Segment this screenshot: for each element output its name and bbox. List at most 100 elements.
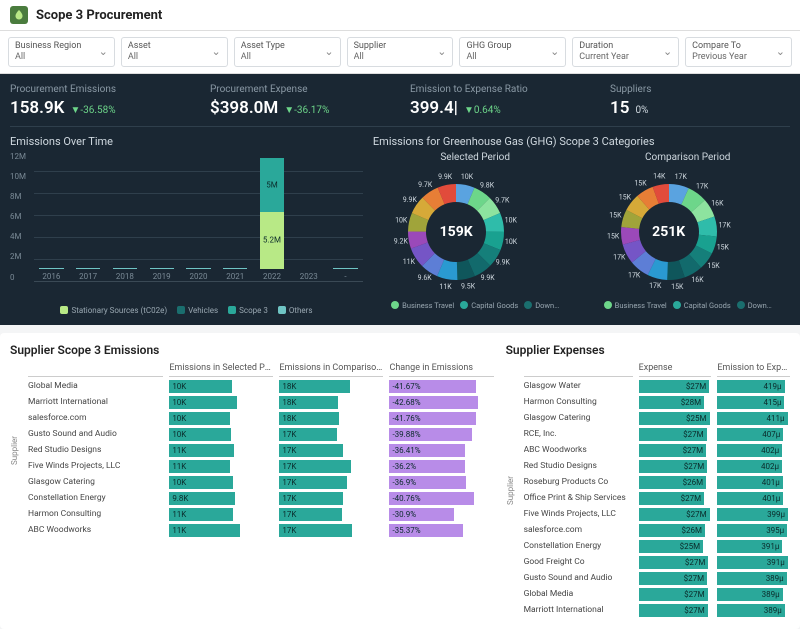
bar-cell[interactable]: 407µ xyxy=(717,428,783,441)
filter-ghg-group[interactable]: GHG Group All ⌄ xyxy=(459,37,566,67)
bar-cell[interactable]: 11K xyxy=(169,524,239,537)
column-header[interactable]: Emissions in Comparison P… xyxy=(279,363,383,377)
filter-supplier[interactable]: Supplier All ⌄ xyxy=(347,37,454,67)
filter-asset-type[interactable]: Asset Type All ⌄ xyxy=(234,37,341,67)
bar-cell[interactable]: $28M xyxy=(639,396,705,409)
legend-item[interactable]: Capital Goods xyxy=(460,301,518,310)
bar-cell[interactable]: 9.8K xyxy=(169,492,235,505)
bar-cell[interactable]: 17K xyxy=(279,444,342,457)
bar-cell[interactable]: -41.76% xyxy=(389,412,476,425)
bar-cell[interactable]: $27M xyxy=(639,444,706,457)
bar-cell[interactable]: -41.67% xyxy=(389,380,476,393)
bar-cell[interactable]: 17K xyxy=(279,460,351,473)
bar-cell[interactable]: $27M xyxy=(639,460,708,473)
bar-cell[interactable]: -40.76% xyxy=(389,492,474,505)
supplier-name: Marriott International xyxy=(28,395,163,410)
bar-cell[interactable]: 389µ xyxy=(717,572,786,585)
bar-cell[interactable]: $25M xyxy=(639,412,710,425)
legend-item[interactable]: Capital Goods xyxy=(673,301,731,310)
filter-business-region[interactable]: Business Region All ⌄ xyxy=(8,37,115,67)
bar-cell[interactable]: 415µ xyxy=(717,396,784,409)
bar-cell[interactable]: -36.2% xyxy=(389,460,464,473)
kpi-value: 399.4| xyxy=(410,98,458,118)
bar-cell[interactable]: $27M xyxy=(639,508,710,521)
bar-segment[interactable] xyxy=(186,268,210,269)
page-header: Scope 3 Procurement xyxy=(0,0,800,31)
bar-cell[interactable]: 11K xyxy=(169,460,230,473)
bar-cell[interactable]: 401µ xyxy=(717,492,783,505)
supplier-name: Glasgow Catering xyxy=(524,411,633,426)
bar-cell[interactable]: 389µ xyxy=(717,588,782,601)
column-header[interactable]: Expense xyxy=(639,363,712,377)
bar-cell[interactable]: $26M xyxy=(639,476,707,489)
bar-cell[interactable]: 402µ xyxy=(717,460,782,473)
column-header[interactable]: Change in Emissions xyxy=(389,363,493,377)
column-header[interactable]: Emissions in Selected Perio… xyxy=(169,363,273,377)
bar-cell[interactable]: -39.88% xyxy=(389,428,472,441)
bar-cell[interactable]: -35.37% xyxy=(389,524,463,537)
bar-cell[interactable]: 18K xyxy=(279,380,349,393)
bar-cell[interactable]: 395µ xyxy=(717,524,787,537)
filter-label: Asset xyxy=(128,41,151,52)
bar-cell[interactable]: 11K xyxy=(169,508,233,521)
bar-cell[interactable]: 411µ xyxy=(717,412,787,425)
bar-segment[interactable] xyxy=(113,268,137,269)
bar-cell[interactable]: 10K xyxy=(169,428,231,441)
bar-cell[interactable]: 419µ xyxy=(717,380,784,393)
slice-label: 9.9K xyxy=(403,196,418,204)
legend-item[interactable]: Business Travel xyxy=(391,301,454,310)
legend-item[interactable]: Business Travel xyxy=(604,301,667,310)
bar-cell[interactable]: $27M xyxy=(639,428,707,441)
bar-cell[interactable]: $26M xyxy=(639,524,705,537)
bar-cell[interactable]: 17K xyxy=(279,492,343,505)
chevron-down-icon: ⌄ xyxy=(663,45,672,58)
legend-item[interactable]: Down… xyxy=(524,301,559,310)
bar-cell[interactable]: -30.9% xyxy=(389,508,453,521)
legend-item[interactable]: Scope 3 xyxy=(228,306,268,315)
donut-selected[interactable]: 10K9.8K9.7K10K10K9.9K9.9K9.5K11K9.6K11K9… xyxy=(391,167,521,297)
bar-cell[interactable]: $27M xyxy=(639,380,710,393)
filter-duration[interactable]: Duration Current Year ⌄ xyxy=(572,37,679,67)
kpi-value: 15 xyxy=(610,98,629,118)
bar-cell[interactable]: -36.41% xyxy=(389,444,465,457)
bar-cell[interactable]: 17K xyxy=(279,476,347,489)
filter-compare-to[interactable]: Compare To Previous Year ⌄ xyxy=(685,37,792,67)
bar-cell[interactable]: 17K xyxy=(279,524,352,537)
bar-cell[interactable]: 391µ xyxy=(717,540,782,553)
bar-segment[interactable]: 5M xyxy=(260,158,284,212)
bar-segment[interactable] xyxy=(76,268,100,269)
bar-segment[interactable] xyxy=(39,268,63,269)
bar-cell[interactable]: 10K xyxy=(169,396,237,409)
bar-cell[interactable]: 11K xyxy=(169,444,234,457)
filter-asset[interactable]: Asset All ⌄ xyxy=(121,37,228,67)
bar-cell[interactable]: $27M xyxy=(639,492,705,505)
bar-cell[interactable]: $27M xyxy=(639,588,708,601)
bar-segment[interactable] xyxy=(223,268,247,269)
bar-cell[interactable]: 18K xyxy=(279,412,339,425)
bar-cell[interactable]: 10K xyxy=(169,412,230,425)
bar-cell[interactable]: $27M xyxy=(639,572,707,585)
legend-item[interactable]: Down… xyxy=(737,301,772,310)
bar-cell[interactable]: 391µ xyxy=(717,556,788,569)
legend-item[interactable]: Stationary Sources (tC02e) xyxy=(60,306,167,315)
bar-cell[interactable]: -36.9% xyxy=(389,476,466,489)
bar-cell[interactable]: 18K xyxy=(279,396,338,409)
bar-cell[interactable]: 10K xyxy=(169,380,232,393)
legend-item[interactable]: Vehicles xyxy=(177,306,218,315)
bar-cell[interactable]: $27M xyxy=(639,556,709,569)
bar-cell[interactable]: 402µ xyxy=(717,444,782,457)
bar-cell[interactable]: -42.68% xyxy=(389,396,478,409)
slice-label: 10K xyxy=(461,173,474,181)
bar-segment[interactable] xyxy=(150,268,174,269)
bar-cell[interactable]: 17K xyxy=(279,428,337,441)
bar-cell[interactable]: $25M xyxy=(639,540,704,553)
legend-item[interactable]: Others xyxy=(278,306,313,315)
bar-cell[interactable]: 17K xyxy=(279,508,342,521)
bar-cell[interactable]: 401µ xyxy=(717,476,782,489)
bar-cell[interactable]: 10K xyxy=(169,476,233,489)
donut-comparison[interactable]: 17K17K16K17K15K15K16K15K17K17K17K15K15K1… xyxy=(604,167,734,297)
bar-segment[interactable] xyxy=(333,268,357,269)
bar-cell[interactable]: 399µ xyxy=(717,508,788,521)
column-header[interactable]: Emission to Expe… xyxy=(717,363,790,377)
bar-segment[interactable]: 5.2M xyxy=(260,212,284,268)
